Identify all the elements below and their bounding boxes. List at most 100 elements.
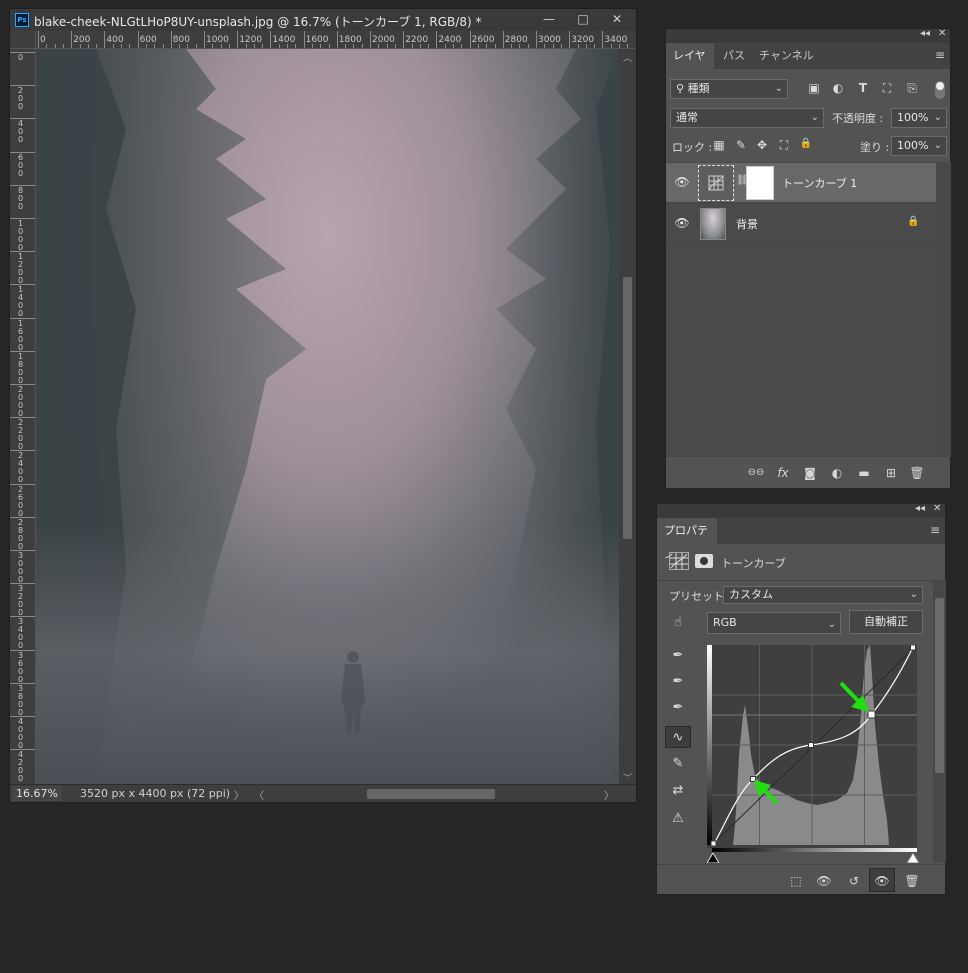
panel-menu-icon[interactable]: ≡ <box>930 524 941 536</box>
layer-filter-select[interactable]: ⚲ 種類 ⌄ <box>670 79 788 99</box>
filter-adjustment-icon[interactable]: ◐ <box>830 81 846 95</box>
background-layer-thumbnail <box>700 208 726 240</box>
new-adjustment-layer-icon[interactable]: ◐ <box>828 465 846 481</box>
delete-adjustment-trash-icon[interactable]: 🗑 <box>903 873 921 889</box>
preset-select[interactable]: カスタム ⌄ <box>723 586 923 604</box>
minimize-button[interactable]: — <box>532 9 566 29</box>
curves-graph[interactable] <box>707 644 917 848</box>
collapse-icon[interactable]: ◂◂ <box>920 28 930 39</box>
layer-row-background[interactable]: 👁 背景 🔒 <box>666 204 936 244</box>
layer-lock-icon: 🔒 <box>907 216 920 227</box>
ruler-label: 800 <box>18 185 24 211</box>
ruler-tick <box>370 31 371 48</box>
document-titlebar[interactable]: Ps blake-cheek-NLGtLHoP8UY-unsplash.jpg … <box>10 9 636 31</box>
scroll-right-icon[interactable]: 〉 <box>604 787 614 802</box>
ruler-corner[interactable] <box>10 31 36 49</box>
layer-list-scrollbar[interactable] <box>936 162 951 457</box>
adjustment-title: トーンカーブ <box>721 557 786 570</box>
channel-select[interactable]: RGB ⌄ <box>707 612 841 634</box>
filter-pixel-icon[interactable]: ▣ <box>806 81 822 95</box>
panel-close-icon[interactable]: ✕ <box>938 28 946 39</box>
opacity-label: 不透明度 : <box>832 112 884 125</box>
smooth-curve-icon[interactable]: ⇄ <box>665 780 691 802</box>
clipping-warning-icon[interactable]: ⚠ <box>665 808 691 830</box>
panel-menu-icon[interactable]: ≡ <box>935 49 946 61</box>
link-layers-icon[interactable]: ⊖⊖ <box>747 465 765 481</box>
close-button[interactable]: ✕ <box>600 9 634 29</box>
blend-mode-select[interactable]: 通常 ⌄ <box>670 108 824 128</box>
white-eyedropper-icon[interactable]: ✒ <box>665 697 691 719</box>
visibility-eye-icon[interactable]: 👁 <box>674 216 690 230</box>
collapse-icon[interactable]: ◂◂ <box>915 503 925 514</box>
vertical-scrollbar[interactable]: ︿ ﹀ <box>619 49 636 784</box>
black-eyedropper-icon[interactable]: ✒ <box>665 645 691 667</box>
layers-panel-topbar[interactable]: ◂◂ ✕ <box>666 28 950 43</box>
properties-panel-topbar[interactable]: ◂◂ ✕ <box>657 503 945 518</box>
tab-paths[interactable]: パス <box>716 43 752 69</box>
filter-toggle[interactable] <box>935 81 945 99</box>
scroll-down-icon[interactable]: ﹀ <box>623 771 632 784</box>
target-adjust-hand-icon[interactable]: ☝ <box>665 612 691 634</box>
lock-artboard-icon[interactable]: ⛶ <box>777 138 791 153</box>
layer-name-background[interactable]: 背景 <box>736 216 758 232</box>
lock-image-icon[interactable]: ✎ <box>734 138 748 152</box>
gray-eyedropper-icon[interactable]: ✒ <box>665 671 691 693</box>
restore-button[interactable]: □ <box>566 9 600 29</box>
tab-properties[interactable]: プロパティ <box>657 518 717 563</box>
white-point-slider[interactable] <box>906 852 920 864</box>
curves-adjustment-thumbnail-icon <box>698 165 734 201</box>
filter-shape-icon[interactable]: ⛶ <box>879 81 895 96</box>
clip-to-layer-icon[interactable]: ⬚ <box>787 873 805 889</box>
ruler-label: 3200 <box>18 584 24 618</box>
tab-channels[interactable]: チャンネル <box>752 43 821 69</box>
status-menu-arrow-icon[interactable]: 〉 <box>234 787 244 802</box>
new-layer-icon[interactable]: ⊞ <box>882 465 900 481</box>
ruler-tick <box>10 384 35 385</box>
scroll-up-icon[interactable]: ︿ <box>623 51 632 64</box>
panel-close-icon[interactable]: ✕ <box>933 503 941 514</box>
photoshop-logo-icon: Ps <box>15 13 29 27</box>
horizontal-scroll-thumb[interactable] <box>367 789 495 799</box>
reset-icon[interactable]: ↺ <box>845 873 863 889</box>
lock-transparent-icon[interactable]: ▦ <box>712 138 726 152</box>
toggle-visibility-eye-icon[interactable]: 👁 <box>869 868 895 892</box>
layer-row-curves[interactable]: 👁 ⛓ トーンカーブ 1 <box>666 163 936 203</box>
filter-smart-object-icon[interactable]: ⎘ <box>904 81 920 96</box>
lock-all-icon[interactable]: 🔒 <box>799 138 813 149</box>
ruler-tick <box>10 52 35 53</box>
fill-label: 塗り : <box>860 141 890 154</box>
delete-layer-trash-icon[interactable]: 🗑 <box>908 465 926 481</box>
view-previous-state-icon[interactable]: 👁 <box>815 873 833 889</box>
new-group-folder-icon[interactable]: ▬ <box>855 465 873 481</box>
black-point-slider[interactable] <box>706 852 720 864</box>
horizontal-ruler[interactable]: 0 200 400 600 800 1000 1200 1400 1600 1800 2000 220… <box>10 31 636 49</box>
scroll-left-icon[interactable]: 〈 <box>254 787 264 802</box>
vertical-ruler[interactable]: 0 200 400 600 800 1000 1200 1400 1600 1800 2000 220… <box>10 49 36 784</box>
vertical-scroll-thumb[interactable] <box>623 277 632 539</box>
ruler-label: 2600 <box>18 484 24 518</box>
image-canvas[interactable] <box>36 49 619 784</box>
zoom-level-field[interactable]: 16.67% <box>12 786 62 801</box>
mask-link-icon[interactable]: ⛓ <box>736 175 749 189</box>
opacity-field[interactable]: 100% ⌄ <box>891 108 947 128</box>
mask-adjustment-icon[interactable] <box>695 554 713 568</box>
layer-name-curves[interactable]: トーンカーブ 1 <box>782 175 857 191</box>
curves-svg[interactable] <box>707 644 917 848</box>
fill-field[interactable]: 100% ⌄ <box>891 136 947 156</box>
ruler-label: 2600 <box>471 35 495 45</box>
curve-point-tool-icon[interactable]: ∿ <box>665 726 691 748</box>
ruler-label: 2200 <box>405 35 429 45</box>
divider <box>657 580 933 581</box>
tab-layers[interactable]: レイヤー <box>666 43 714 88</box>
layer-style-fx-icon[interactable]: fx <box>774 465 792 481</box>
filter-type-icon[interactable]: T <box>855 81 871 95</box>
properties-scroll-thumb[interactable] <box>935 598 944 773</box>
lock-position-icon[interactable]: ✥ <box>755 138 769 152</box>
ruler-tick <box>10 151 35 153</box>
properties-scrollbar[interactable] <box>933 580 946 862</box>
pencil-draw-icon[interactable]: ✎ <box>665 753 691 775</box>
layer-mask-thumbnail[interactable] <box>746 166 774 200</box>
visibility-eye-icon[interactable]: 👁 <box>674 175 690 189</box>
add-mask-icon[interactable]: ◙ <box>801 465 819 481</box>
auto-button[interactable]: 自動補正 <box>849 610 923 634</box>
